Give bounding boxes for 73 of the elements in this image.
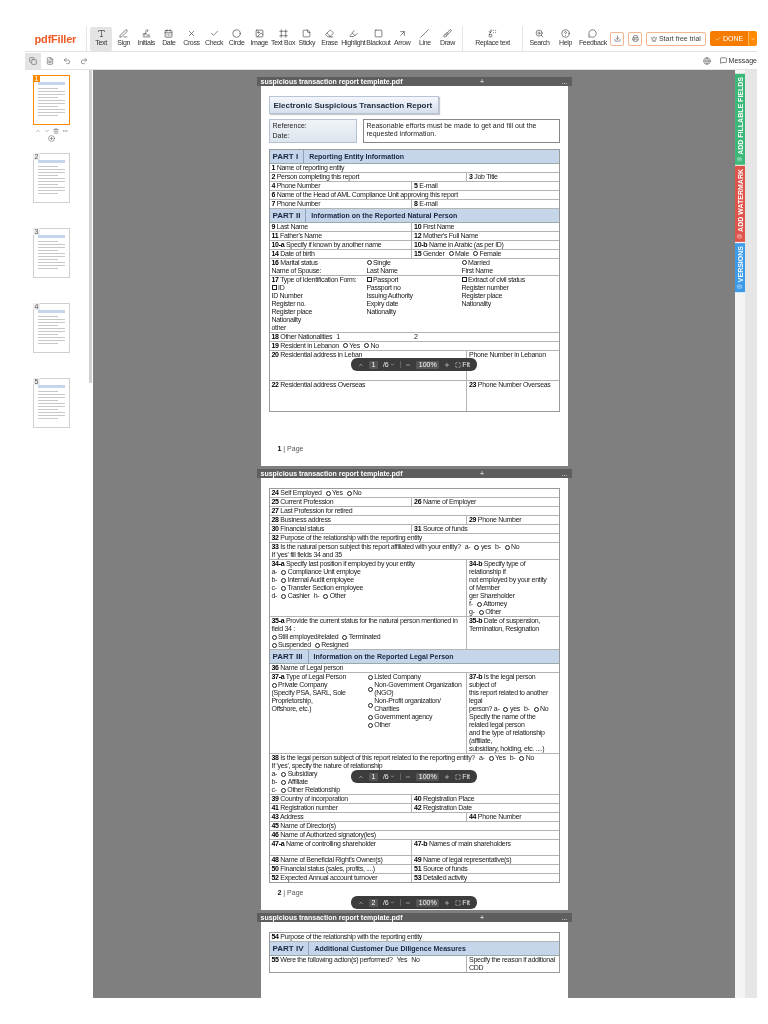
cross-icon	[186, 28, 196, 38]
up-icon	[358, 773, 364, 780]
pages-button[interactable]	[25, 52, 41, 69]
scrollbar-track[interactable]	[745, 70, 757, 998]
image-icon	[254, 28, 264, 38]
print-button[interactable]	[628, 31, 642, 46]
pen-icon	[119, 28, 129, 38]
up-icon[interactable]	[35, 128, 41, 134]
zoom-in-button[interactable]	[444, 773, 451, 780]
sticky-note-icon	[302, 28, 312, 38]
message-icon	[719, 57, 727, 64]
zoom-out-button[interactable]	[405, 361, 412, 368]
search-icon	[534, 28, 544, 38]
undo-icon	[63, 56, 71, 65]
plus-icon	[444, 361, 451, 368]
zoom-out-button[interactable]	[405, 773, 412, 780]
trash-icon[interactable]	[53, 128, 59, 134]
fit-icon	[455, 773, 462, 780]
fit-icon	[455, 899, 462, 906]
calendar-icon	[164, 28, 174, 38]
minus-icon	[405, 773, 412, 780]
arrow-icon	[397, 28, 407, 38]
plus-icon	[444, 899, 451, 906]
minus-icon	[405, 899, 412, 906]
eraser-icon	[324, 28, 334, 38]
printer-icon	[631, 35, 639, 42]
caret-icon	[389, 900, 395, 905]
report-title: Electronic Suspicious Transaction Report	[268, 96, 440, 114]
caret-icon	[750, 35, 757, 42]
layers-icon	[737, 233, 743, 239]
help-icon	[560, 28, 570, 38]
layers-icon	[737, 283, 743, 289]
minus-icon	[405, 361, 412, 368]
layers-icon	[737, 156, 743, 162]
add-page-icon[interactable]	[48, 135, 55, 142]
check-icon	[714, 35, 721, 42]
square-icon	[373, 28, 383, 38]
crown-icon	[650, 35, 657, 42]
down-icon[interactable]	[44, 128, 50, 134]
zoom-out-button[interactable]	[405, 899, 412, 906]
check-icon	[209, 28, 219, 38]
download-button[interactable]	[610, 31, 625, 46]
part-number: PART II	[269, 208, 307, 222]
caret-icon	[389, 774, 395, 779]
circle-icon	[232, 28, 242, 38]
signature-icon	[141, 28, 151, 38]
part-number: PART III	[269, 650, 309, 663]
replace-icon	[488, 28, 498, 38]
more-icon[interactable]	[62, 128, 68, 134]
zoom-in-button[interactable]	[444, 361, 451, 368]
fit-icon	[455, 361, 462, 368]
speech-bubble-icon	[588, 28, 598, 38]
globe-icon	[702, 56, 711, 65]
up-icon	[358, 361, 364, 368]
up-icon	[358, 899, 364, 906]
zoom-in-button[interactable]	[444, 899, 451, 906]
previous-page-button[interactable]	[358, 773, 364, 780]
previous-page-button[interactable]	[358, 361, 364, 368]
redo-icon	[80, 56, 88, 65]
highlighter-icon	[348, 28, 358, 38]
document-icon	[46, 56, 54, 65]
plus-icon	[444, 773, 451, 780]
frame-icon	[278, 28, 288, 38]
brush-icon	[442, 28, 452, 38]
previous-page-button[interactable]	[358, 899, 364, 906]
part-number: PART I	[269, 149, 305, 163]
dropdown-button[interactable]	[748, 31, 757, 46]
download-icon	[613, 35, 621, 42]
part-number: PART IV	[269, 942, 310, 955]
pages-icon	[29, 56, 37, 65]
line-icon	[420, 28, 430, 38]
caret-icon	[389, 362, 395, 367]
text-icon	[96, 28, 106, 38]
